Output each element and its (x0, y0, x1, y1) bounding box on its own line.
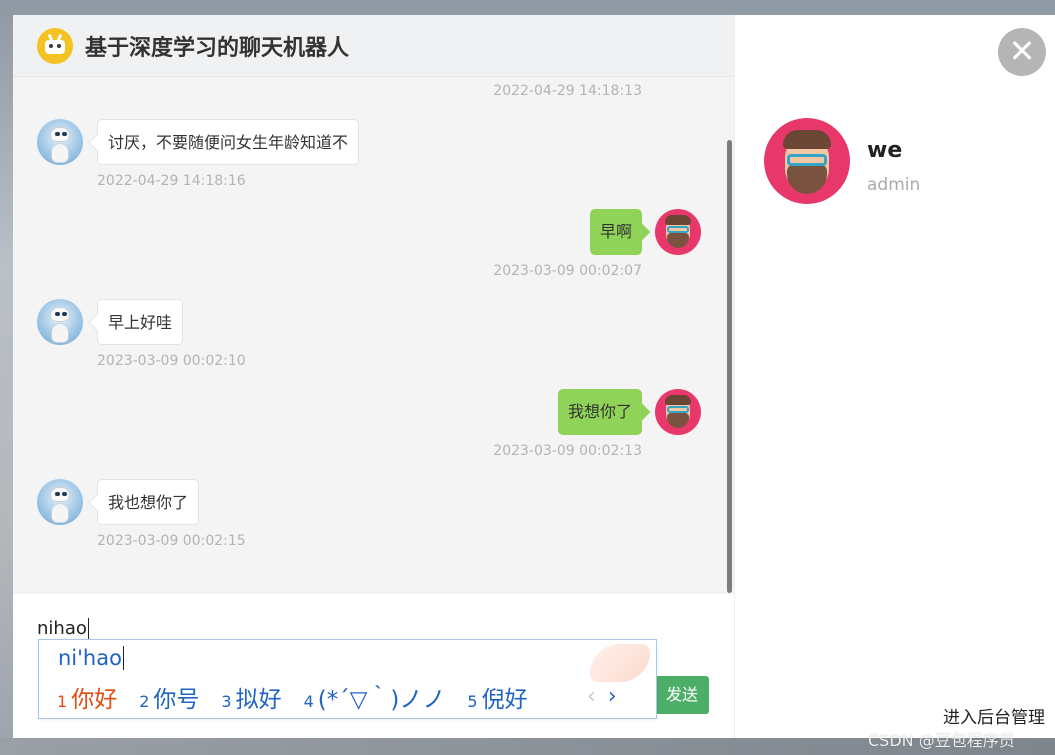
ime-candidate[interactable]: 3 拟好 (221, 680, 281, 714)
chat-panel: 基于深度学习的聊天机器人 2022-04-29 14:18:13 讨厌，不要随便… (13, 15, 734, 738)
ime-prev-page-icon[interactable]: ‹ (587, 684, 596, 709)
ime-candidate[interactable]: 5 倪好 (467, 680, 527, 714)
user-message-bubble: 我想你了 (557, 389, 642, 435)
profile-role: admin (867, 175, 921, 195)
user-avatar-icon (764, 118, 850, 204)
message-timestamp: 2023-03-09 00:02:15 (97, 533, 246, 549)
ime-candidate-list: 1 你好 2 你号 3 拟好 4 (*´▽｀)ノノ 5 倪好 (57, 680, 550, 714)
message-input[interactable]: nihao (37, 618, 89, 639)
message-timestamp: 2023-03-09 00:02:13 (493, 443, 642, 459)
user-avatar-icon (655, 389, 701, 435)
ime-next-page-icon[interactable]: › (608, 684, 617, 709)
bot-message-bubble: 早上好哇 (97, 299, 184, 345)
ime-candidate[interactable]: 2 你号 (139, 680, 199, 714)
message-scrollbar[interactable] (727, 140, 732, 593)
ime-candidate-window: ni'hao 1 你好 2 你号 3 拟好 4 (*´▽｀)ノノ 5 倪好 ‹ › (38, 639, 657, 719)
bot-avatar-icon (37, 299, 83, 345)
page-title: 基于深度学习的聊天机器人 (85, 35, 350, 61)
message-timestamp: 2022-04-29 14:18:13 (493, 83, 642, 99)
message-timestamp: 2023-03-09 00:02:10 (97, 353, 246, 369)
close-icon[interactable]: ✕ (998, 28, 1046, 76)
profile-panel: ✕ we admin (734, 15, 1055, 738)
user-avatar-icon (655, 209, 701, 255)
chat-header: 基于深度学习的聊天机器人 (13, 15, 734, 77)
ime-logo-icon (590, 644, 650, 682)
bot-message-bubble: 讨厌，不要随便问女生年龄知道不 (97, 119, 360, 165)
user-message-bubble: 早啊 (589, 209, 642, 255)
chat-window: 基于深度学习的聊天机器人 2022-04-29 14:18:13 讨厌，不要随便… (13, 15, 1055, 738)
ime-candidate[interactable]: 4 (*´▽｀)ノノ (304, 680, 446, 714)
ime-candidate[interactable]: 1 你好 (57, 680, 117, 714)
bot-message-bubble: 我也想你了 (97, 479, 200, 525)
bot-avatar-icon (37, 479, 83, 525)
ime-page-nav: ‹ › (587, 684, 617, 709)
robot-logo-icon (37, 27, 73, 64)
profile-name: we (867, 138, 903, 163)
bot-avatar-icon (37, 119, 83, 165)
ime-composition: ni'hao (58, 646, 124, 670)
message-list[interactable]: 2022-04-29 14:18:13 讨厌，不要随便问女生年龄知道不 2022… (13, 77, 734, 594)
message-timestamp: 2022-04-29 14:18:16 (97, 173, 246, 189)
admin-panel-link[interactable]: 进入后台管理 (943, 703, 1045, 728)
message-timestamp: 2023-03-09 00:02:07 (493, 263, 642, 279)
watermark: CSDN @豆包程序员 (868, 731, 1015, 750)
